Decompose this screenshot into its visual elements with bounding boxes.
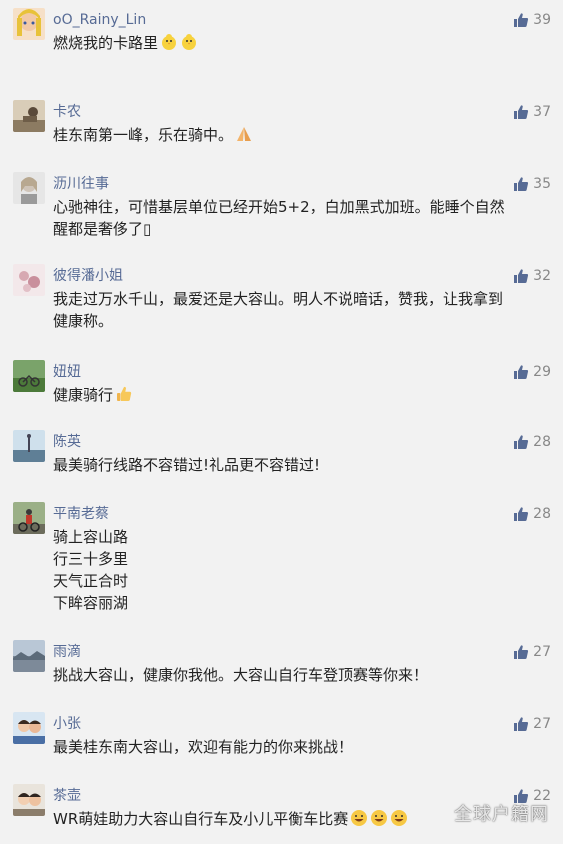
comment-line: WR萌娃助力大容山自行车及小儿平衡车比赛 [53,810,349,828]
comment-text: 桂东南第一峰，乐在骑中。 [53,124,553,146]
avatar[interactable] [13,360,45,392]
like-count: 27 [533,644,551,660]
avatar[interactable] [13,640,45,672]
comment-line: 心驰神往，可惜基层单位已经开始5+2，白加黑式加班。能睡个自然 [53,198,505,216]
like-button[interactable]: 32 [513,267,551,285]
like-button[interactable]: 35 [513,175,551,193]
thumbs-up-icon [513,434,533,450]
like-button[interactable]: 28 [513,433,551,451]
grinning-face-icon [370,809,388,827]
watermark: 全球户籍网 [454,804,549,825]
like-button[interactable]: 37 [513,103,551,121]
thumbs-up-icon [513,176,533,192]
comment-author[interactable]: 雨滴 [53,644,81,660]
comment-author[interactable]: 沥川往事 [53,176,109,192]
thumbs-up-emoji-icon [115,385,133,403]
comment-author[interactable]: 妞妞 [53,364,81,380]
comment-line: 醒都是奢侈了▯ [53,220,152,238]
comment-line: 燃烧我的卡路里 [53,34,159,52]
comment-text: 健康骑行 [53,384,553,406]
like-count: 32 [533,268,551,284]
like-button[interactable]: 29 [513,363,551,381]
thumbs-up-icon [513,268,533,284]
praying-hands-icon [235,125,253,143]
comment-line: 最美骑行线路不容错过!礼品更不容错过! [53,456,321,474]
comment-line: 桂东南第一峰，乐在骑中。 [53,126,234,144]
like-button[interactable]: 27 [513,715,551,733]
grinning-face-icon [350,809,368,827]
comment-line: 健康骑行 [53,386,114,404]
comment-line: 健康称。 [53,312,114,330]
comment-line: 骑上容山路 [53,528,129,546]
thumbs-up-icon [513,12,533,28]
thumbs-up-icon [513,104,533,120]
like-button[interactable]: 28 [513,505,551,523]
comment-author[interactable]: 茶壶 [53,788,81,804]
avatar[interactable] [13,100,45,132]
comment-line: 行三十多里 [53,550,129,568]
like-count: 35 [533,176,551,192]
comment-line: 天气正合时 [53,572,129,590]
avatar[interactable] [13,430,45,462]
avatar[interactable] [13,784,45,816]
comment-author[interactable]: 卡农 [53,104,81,120]
thumbs-up-icon [513,644,533,660]
comment-text: 挑战大容山，健康你我他。大容山自行车登顶赛等你来！ [53,664,553,686]
comment-author[interactable]: 彼得潘小姐 [53,268,123,284]
avatar[interactable] [13,264,45,296]
thumbs-up-icon [513,716,533,732]
avatar[interactable] [13,712,45,744]
like-button[interactable]: 27 [513,643,551,661]
like-count: 39 [533,12,551,28]
chick-icon [180,33,198,51]
grinning-face-icon [390,809,408,827]
avatar[interactable] [13,502,45,534]
comment-line: 下眸容丽湖 [53,594,129,612]
comment-author[interactable]: oO_Rainy_Lin [53,12,146,28]
comment-line: 挑战大容山，健康你我他。大容山自行车登顶赛等你来！ [53,666,429,684]
avatar[interactable] [13,8,45,40]
comment-text: 我走过万水千山，最爱还是大容山。明人不说暗话，赞我，让我拿到 健康称。 [53,288,553,332]
like-count: 28 [533,506,551,522]
like-count: 37 [533,104,551,120]
comment-text: 心驰神往，可惜基层单位已经开始5+2，白加黑式加班。能睡个自然 醒都是奢侈了▯ [53,196,553,240]
comments-page: oO_Rainy_Lin 39 燃烧我的卡路里 卡农 37 桂东南第一峰，乐在骑… [0,0,563,844]
comment-line: 最美桂东南大容山，欢迎有能力的你来挑战！ [53,738,354,756]
comment-author[interactable]: 陈英 [53,434,81,450]
thumbs-up-icon [513,506,533,522]
like-count: 27 [533,716,551,732]
avatar[interactable] [13,172,45,204]
comment-author[interactable]: 小张 [53,716,81,732]
comment-text: 骑上容山路 行三十多里 天气正合时 下眸容丽湖 [53,526,553,614]
comment-text: 最美桂东南大容山，欢迎有能力的你来挑战！ [53,736,553,758]
chick-icon [160,33,178,51]
like-button[interactable]: 39 [513,11,551,29]
like-count: 28 [533,434,551,450]
comment-text: 最美骑行线路不容错过!礼品更不容错过! [53,454,553,476]
like-count: 29 [533,364,551,380]
thumbs-up-icon [513,364,533,380]
comment-line: 我走过万水千山，最爱还是大容山。明人不说暗话，赞我，让我拿到 [53,290,504,308]
comment-text: 燃烧我的卡路里 [53,32,553,54]
comment-author[interactable]: 平南老蔡 [53,506,109,522]
